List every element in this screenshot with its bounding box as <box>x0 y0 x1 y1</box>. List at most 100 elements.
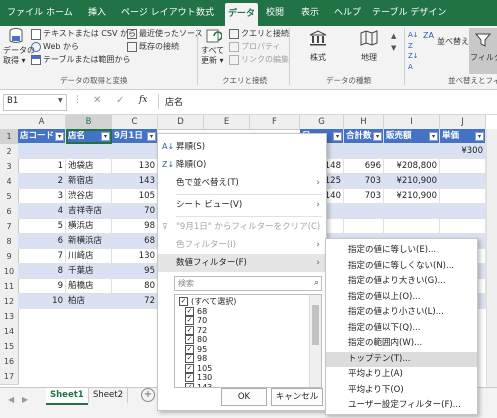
row-header[interactable]: 5 <box>0 189 19 205</box>
row-header[interactable]: 6 <box>0 204 19 220</box>
submenu-item[interactable]: 指定の範囲内(W)... <box>326 336 477 351</box>
sheet-tab-2[interactable]: Sheet2 <box>88 388 128 403</box>
checklist-item[interactable]: ✓ 98 <box>185 354 207 363</box>
row-header[interactable]: 12 <box>0 294 19 310</box>
header-cell[interactable]: 販売額 ▾ <box>384 129 440 144</box>
submenu-item[interactable]: トップテン(T)... <box>326 351 477 367</box>
checklist-scrollbar[interactable] <box>309 295 321 387</box>
header-cell[interactable]: 店コード ▾ <box>18 129 66 144</box>
checklist-item[interactable]: ✓ 72 <box>185 325 207 335</box>
column-header-d[interactable]: D <box>158 115 204 130</box>
cell[interactable]: 8 <box>18 264 66 279</box>
checklist-item[interactable]: ✓ 70 <box>185 316 207 325</box>
cell[interactable]: 105 <box>112 189 158 204</box>
cell[interactable]: 川崎店 <box>66 249 112 264</box>
cell[interactable] <box>440 159 486 174</box>
tab-page-layout[interactable]: ページ レイアウト <box>121 0 196 26</box>
cell[interactable] <box>66 144 112 159</box>
filter-dropdown-icon[interactable]: ▾ <box>429 132 438 141</box>
cell[interactable]: 80 <box>112 279 158 294</box>
cell[interactable] <box>384 219 440 234</box>
ok-button[interactable]: OK <box>221 388 267 406</box>
cell[interactable]: 703 <box>344 174 384 189</box>
cell[interactable] <box>384 204 440 219</box>
get-data-button[interactable]: データの 取得 ▾ <box>3 28 35 74</box>
gallery-up-icon[interactable]: ▲ <box>391 32 396 40</box>
row-header[interactable]: 14 <box>0 324 19 340</box>
cell[interactable]: 3 <box>18 189 66 204</box>
row-header[interactable]: 7 <box>0 219 19 235</box>
submenu-item[interactable]: ユーザー設定フィルター(F)... <box>326 398 477 413</box>
cell[interactable]: 68 <box>112 234 158 249</box>
add-sheet-icon[interactable]: + <box>141 388 155 402</box>
cell[interactable]: ¥208,800 <box>384 159 440 174</box>
submenu-item[interactable]: 平均より下(O) <box>326 383 477 398</box>
header-cell[interactable]: 9月1日 ▾ <box>112 129 158 144</box>
name-box-dropdown-icon[interactable]: ▼ <box>58 97 63 104</box>
header-cell[interactable]: 合計数 ▾ <box>344 129 384 144</box>
submenu-item[interactable]: 指定の値以下(Q)... <box>326 321 477 336</box>
cell[interactable]: 新宿店 <box>66 174 112 189</box>
checkbox-checked-icon[interactable]: ✓ <box>179 297 188 306</box>
checklist-item[interactable]: ✓ 130 <box>185 373 212 382</box>
checkbox-checked-icon[interactable]: ✓ <box>185 306 194 316</box>
filter-dropdown-icon[interactable]: ▾ <box>147 132 156 141</box>
tab-formulas[interactable]: 数式 <box>196 0 214 26</box>
filter-dropdown-icon[interactable]: ▾ <box>101 132 110 141</box>
row-header[interactable]: 8 <box>0 234 19 250</box>
geography-button[interactable]: 地理 <box>352 30 386 74</box>
filter-search-input[interactable]: 検索 ⌕ <box>174 276 322 291</box>
cancel-entry-icon[interactable]: ✕ <box>93 95 101 106</box>
cell[interactable] <box>112 144 158 159</box>
cell[interactable]: 横浜店 <box>66 219 112 234</box>
cell[interactable] <box>440 174 486 189</box>
cell[interactable]: 95 <box>112 264 158 279</box>
row-header[interactable]: 13 <box>0 309 19 325</box>
filter-dropdown-icon[interactable]: ▾ <box>373 132 382 141</box>
checkbox-checked-icon[interactable]: ✓ <box>185 344 194 354</box>
formula-input[interactable]: 店名 <box>158 94 495 109</box>
checkbox-checked-icon[interactable]: ✓ <box>185 335 194 344</box>
select-all-corner[interactable] <box>0 115 19 130</box>
menu-clear-filter[interactable]: ⊽ "9月1日" からフィルターをクリア(C) <box>158 218 326 236</box>
cell[interactable] <box>440 219 486 234</box>
menu-sort-ascending[interactable]: A↓ 昇順(S) <box>158 138 326 156</box>
filter-button[interactable]: フィルター <box>469 28 497 74</box>
submenu-item[interactable]: 指定の値以上(O)... <box>326 290 477 305</box>
cell[interactable]: 130 <box>112 249 158 264</box>
submenu-item[interactable]: 平均より上(A) <box>326 367 477 382</box>
row-header[interactable]: 15 <box>0 339 19 355</box>
column-header-f[interactable]: F <box>250 115 300 130</box>
column-header-a[interactable]: A <box>18 115 66 130</box>
cell[interactable] <box>344 144 384 159</box>
tab-insert[interactable]: 挿入 <box>88 0 106 26</box>
cell[interactable]: 10 <box>18 294 66 309</box>
row-header[interactable]: 9 <box>0 249 19 265</box>
column-header-j[interactable]: J <box>440 115 486 130</box>
cancel-button[interactable]: キャンセル <box>271 388 323 406</box>
header-cell[interactable]: 単価 ▾ <box>440 129 486 144</box>
checkbox-checked-icon[interactable]: ✓ <box>185 354 194 363</box>
checklist-item[interactable]: ✓ 68 <box>185 306 207 316</box>
checkbox-checked-icon[interactable]: ✓ <box>185 325 194 335</box>
checklist-item[interactable]: ✓ 143 <box>185 382 212 387</box>
cell[interactable]: 1 <box>18 159 66 174</box>
tab-home[interactable]: ホーム <box>46 0 73 26</box>
cell[interactable] <box>440 204 486 219</box>
cell[interactable] <box>344 204 384 219</box>
cell[interactable]: 渋谷店 <box>66 189 112 204</box>
row-header[interactable]: 16 <box>0 354 19 370</box>
menu-sheet-view[interactable]: シート ビュー(V) › <box>158 196 326 214</box>
tab-review[interactable]: 校閲 <box>266 0 284 26</box>
cell[interactable]: 70 <box>112 204 158 219</box>
checkbox-checked-icon[interactable]: ✓ <box>185 363 194 373</box>
checklist-item[interactable]: ✓ (すべて選択) <box>179 297 236 306</box>
header-cell[interactable]: 店名 ▾ <box>66 129 112 144</box>
checklist-scroll-thumb[interactable] <box>312 305 319 345</box>
row-header[interactable]: 1 <box>0 129 19 145</box>
submenu-item[interactable]: 指定の値より大きい(G)... <box>326 274 477 289</box>
vertical-scrollbar[interactable] <box>486 129 497 387</box>
checklist-item[interactable]: ✓ 105 <box>185 363 212 373</box>
cell[interactable]: 696 <box>344 159 384 174</box>
stocks-button[interactable]: 株式 <box>301 30 335 74</box>
